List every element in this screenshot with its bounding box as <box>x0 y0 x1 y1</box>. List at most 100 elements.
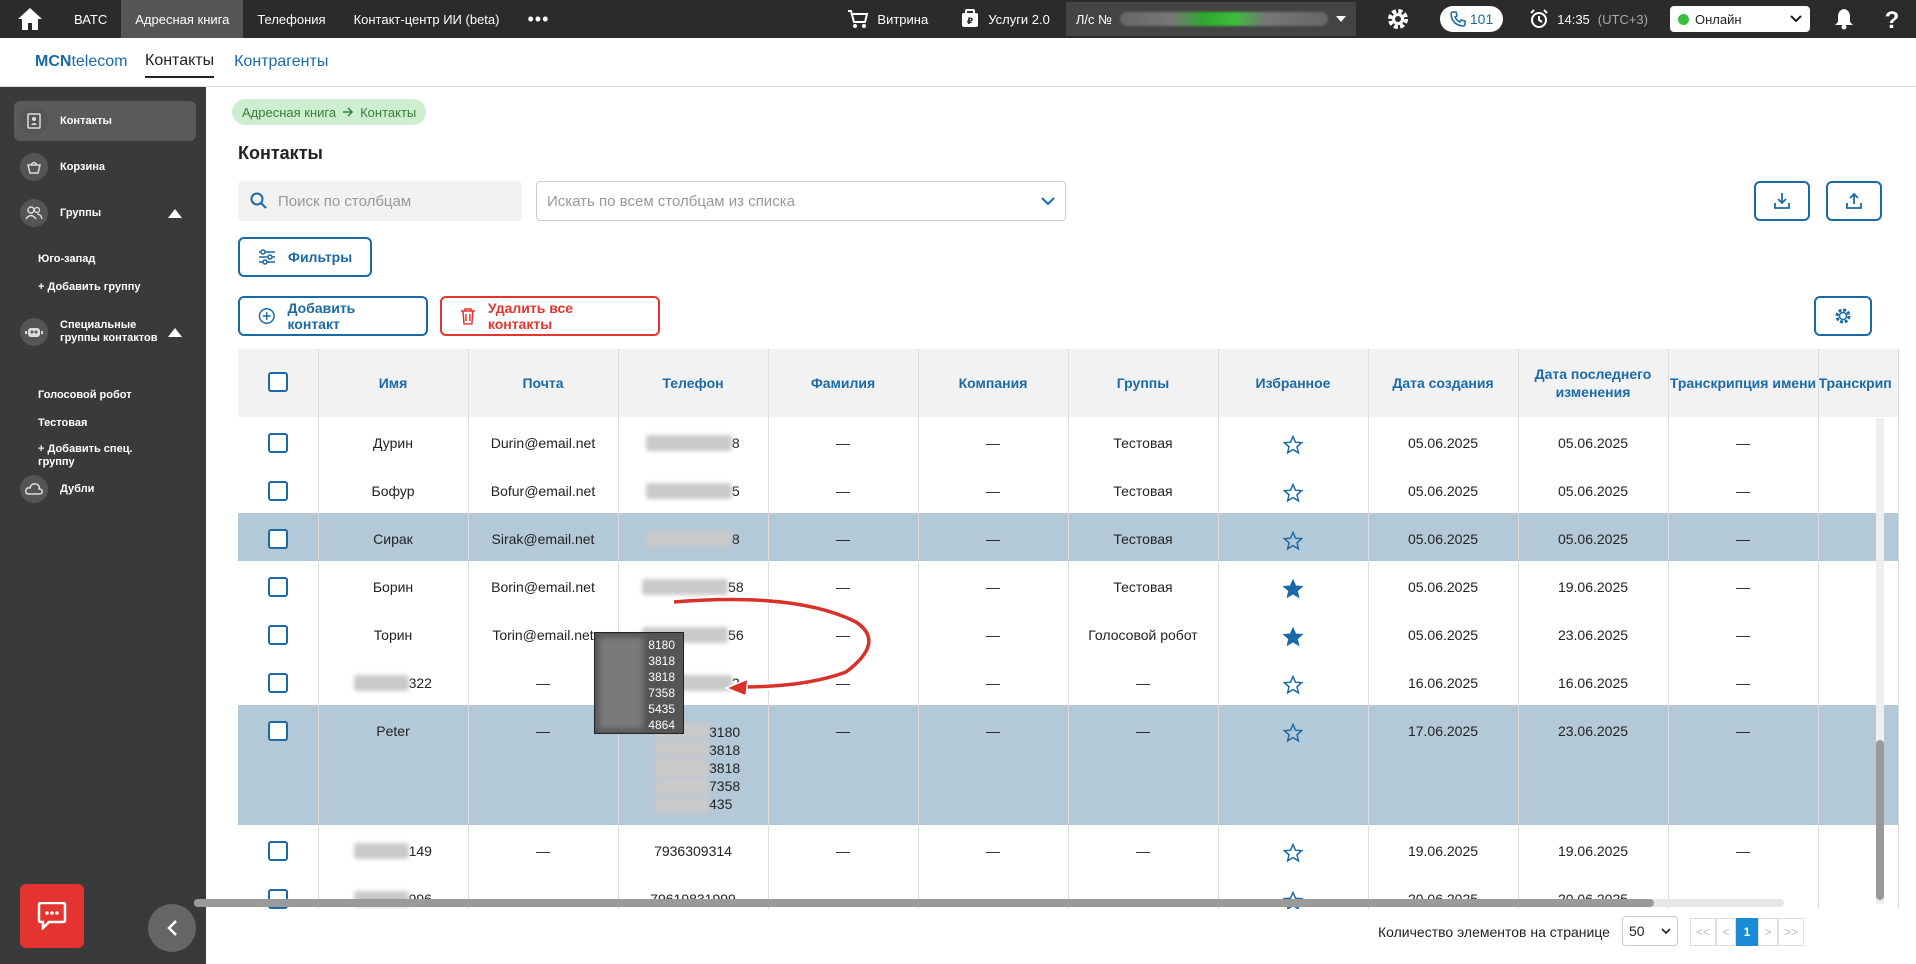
row-checkbox[interactable] <box>267 673 288 693</box>
special-group-item[interactable]: Голосовой робот <box>38 389 132 401</box>
phone-lines-badge[interactable]: 101 <box>1439 6 1504 32</box>
collapse-caret-icon[interactable] <box>168 328 182 337</box>
vertical-scrollbar-thumb[interactable] <box>1876 740 1884 900</box>
table-settings-button[interactable] <box>1814 296 1872 336</box>
prev-page-button[interactable]: < <box>1716 918 1736 946</box>
tab-counterparties[interactable]: Контрагенты <box>234 47 328 77</box>
nav-telephony[interactable]: Телефония <box>243 0 339 38</box>
sidebar-item-special-groups[interactable]: Специальные группы контактов <box>14 309 196 355</box>
sidebar-item-duplicates[interactable]: Дубли <box>14 469 196 509</box>
star-outline-icon[interactable] <box>1282 530 1304 554</box>
star-outline-icon[interactable] <box>1282 722 1304 746</box>
row-checkbox[interactable] <box>267 529 288 549</box>
contacts-table: Имя Почта Телефон Фамилия Компания Групп… <box>238 349 1914 909</box>
table-row[interactable]: Бофур Bofur@email.net 000000000005 — — Тестов… <box>238 465 1899 513</box>
collapse-sidebar-button[interactable] <box>148 904 196 952</box>
select-all-checkbox[interactable] <box>267 372 288 392</box>
add-special-group-link[interactable]: + Добавить спец. группу <box>38 443 133 469</box>
breadcrumb-address-book[interactable]: Адресная книга <box>242 105 336 120</box>
tab-contacts[interactable]: Контакты <box>145 46 215 78</box>
last-page-button[interactable]: >> <box>1778 918 1804 946</box>
column-header-name-transcription[interactable]: Транскрипция имени <box>1668 349 1819 417</box>
services-link[interactable]: ₽ Услуги 2.0 <box>944 0 1066 38</box>
star-outline-icon[interactable] <box>1282 842 1304 866</box>
contact-card-icon <box>20 107 48 135</box>
filters-button[interactable]: Фильтры <box>238 237 373 277</box>
column-header-favorites[interactable]: Избранное <box>1218 349 1369 417</box>
sidebar-item-contacts[interactable]: Контакты <box>14 101 196 141</box>
help-question-icon[interactable]: ? <box>1868 0 1916 38</box>
table-row[interactable]: Peter—0000000318000000003818000000038180… <box>238 705 1899 825</box>
column-header-groups[interactable]: Группы <box>1068 349 1219 417</box>
horizontal-scrollbar-thumb[interactable] <box>194 899 1654 907</box>
row-checkbox[interactable] <box>267 841 288 861</box>
first-page-button[interactable]: << <box>1690 918 1716 946</box>
delete-all-contacts-button[interactable]: Удалить все контакты <box>440 296 660 336</box>
column-header-transcription-cut[interactable]: Транскрип <box>1818 349 1899 417</box>
table-row[interactable]: Дурин Durin@email.net 000000000008 — — Тестов… <box>238 417 1899 465</box>
more-menu-icon[interactable]: ••• <box>513 0 563 38</box>
table-row[interactable]: БоринBorin@email.net0000000000058——Тесто… <box>238 561 1899 609</box>
account-selector[interactable]: Л/с № <box>1065 2 1356 36</box>
column-header-company[interactable]: Компания <box>918 349 1069 417</box>
download-button[interactable] <box>1754 181 1810 221</box>
row-checkbox[interactable] <box>267 481 288 501</box>
next-page-button[interactable]: > <box>1758 918 1778 946</box>
status-select[interactable]: Онлайн <box>1670 6 1810 32</box>
nav-ai-contact-center[interactable]: Контакт-центр ИИ (beta) <box>340 0 514 38</box>
name-transcription: — <box>1736 435 1750 451</box>
home-icon[interactable] <box>0 0 60 38</box>
sidebar: Контакты Корзина Группы Юго-запад + Доба… <box>0 87 206 964</box>
column-header-phone[interactable]: Телефон <box>618 349 769 417</box>
add-contact-button[interactable]: Добавить контакт <box>238 296 428 336</box>
horizontal-scrollbar[interactable] <box>194 899 1784 907</box>
storefront-link[interactable]: Витрина <box>831 0 944 38</box>
star-filled-icon[interactable] <box>1282 578 1304 602</box>
cell-modified: 05.06.2025 <box>1518 465 1669 513</box>
row-checkbox[interactable] <box>267 577 288 597</box>
add-group-link[interactable]: + Добавить группу <box>38 281 141 293</box>
table-row[interactable]: Сирак Sirak@email.net 000000000008 — — Тестов… <box>238 513 1899 561</box>
column-search-select[interactable]: Искать по всем столбцам из списка <box>536 181 1066 221</box>
table-row[interactable]: 0000000149 — 7936309314 — — — 19.06.2025 19.06.… <box>238 825 1899 873</box>
page-size-select[interactable]: 50 <box>1622 916 1678 946</box>
column-header-name[interactable]: Имя <box>318 349 469 417</box>
notifications-bell-icon[interactable] <box>1820 0 1868 38</box>
star-outline-icon[interactable] <box>1282 674 1304 698</box>
mcn-telecom-logo: MCNtelecom <box>35 53 145 71</box>
chat-support-button[interactable] <box>20 884 84 948</box>
collapse-caret-icon[interactable] <box>168 209 182 218</box>
row-checkbox[interactable] <box>267 721 288 741</box>
cell-modified: 16.06.2025 <box>1518 657 1669 705</box>
table-row[interactable]: 0000000322—000000000002———16.06.202516.0… <box>238 657 1899 705</box>
column-header-created[interactable]: Дата создания <box>1368 349 1519 417</box>
chevron-down-icon <box>1790 15 1802 23</box>
sidebar-item-label: Контакты <box>60 115 112 127</box>
cell-name: Сирак <box>318 513 469 561</box>
table-row[interactable]: ТоринTorin@email.net0000000000056——Голос… <box>238 609 1899 657</box>
sidebar-group-item[interactable]: Юго-запад <box>38 253 95 265</box>
contact-company: — <box>986 531 1000 547</box>
main-content: Адресная книга Контакты Контакты Поиск п… <box>194 87 1916 964</box>
nav-vats[interactable]: ВАТС <box>60 0 121 38</box>
column-header-surname[interactable]: Фамилия <box>768 349 919 417</box>
nav-address-book[interactable]: Адресная книга <box>121 0 244 38</box>
cell-transcription-cut <box>1818 825 1899 873</box>
upload-button[interactable] <box>1826 181 1882 221</box>
vertical-scrollbar[interactable] <box>1876 418 1884 904</box>
settings-gear-icon[interactable] <box>1370 7 1426 31</box>
column-header-modified[interactable]: Дата последнего изменения <box>1518 349 1669 417</box>
current-page-button[interactable]: 1 <box>1736 918 1758 946</box>
special-group-item[interactable]: Тестовая <box>38 417 87 429</box>
row-checkbox[interactable] <box>267 625 288 645</box>
star-outline-icon[interactable] <box>1282 434 1304 458</box>
star-filled-icon[interactable] <box>1282 626 1304 650</box>
star-outline-icon[interactable] <box>1282 482 1304 506</box>
sidebar-item-groups[interactable]: Группы <box>14 193 196 233</box>
column-header-email[interactable]: Почта <box>468 349 619 417</box>
contact-group: Тестовая <box>1113 435 1173 451</box>
search-input[interactable]: Поиск по столбцам <box>238 181 522 221</box>
sidebar-item-cart[interactable]: Корзина <box>14 147 196 187</box>
phone-line: 0000000435 <box>654 795 768 813</box>
row-checkbox[interactable] <box>267 433 288 453</box>
